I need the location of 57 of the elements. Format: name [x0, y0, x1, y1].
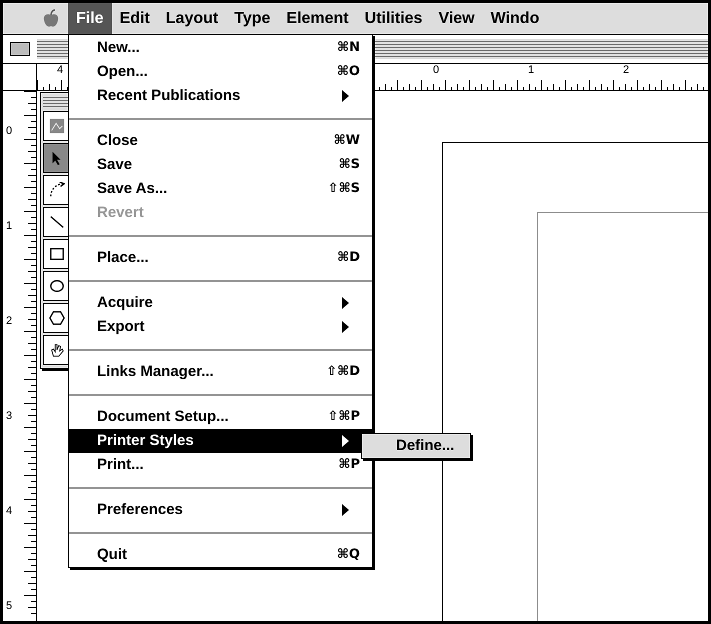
ruler-label: 2: [6, 315, 12, 328]
menu-item[interactable]: Open... ⌘O: [69, 60, 372, 84]
submenu-arrow-icon: [341, 296, 350, 310]
shortcut-label: ⌘D: [337, 249, 360, 268]
ruler-label: 2: [623, 64, 630, 77]
shortcut-label: ⌘Q: [336, 546, 360, 564]
menu-title[interactable]: File: [68, 3, 112, 34]
shortcut-label: ⇧⌘D: [326, 363, 360, 382]
ruler-label: 0: [6, 125, 12, 138]
ruler-label: 0: [433, 64, 440, 77]
submenu-arrow-icon: [341, 503, 350, 517]
menu-title[interactable]: Element: [278, 3, 357, 34]
menu-item[interactable]: Printer Styles: [69, 429, 372, 453]
shortcut-label: ⇧⌘P: [328, 408, 360, 426]
menu-item[interactable]: Save ⌘S: [69, 153, 372, 177]
shortcut-label: ⌘S: [338, 156, 360, 174]
ruler-label: 1: [6, 220, 12, 233]
menu-title[interactable]: View: [430, 3, 483, 34]
shortcut-label: ⌘N: [337, 39, 360, 58]
line-icon: [49, 214, 65, 230]
menu-item[interactable]: Save As... ⇧⌘S: [69, 177, 372, 201]
menu-item[interactable]: Document Setup... ⇧⌘P: [69, 405, 372, 429]
apple-icon[interactable]: [41, 9, 61, 29]
menu-item[interactable]: Place... ⌘D: [69, 246, 372, 270]
ellipse-icon: [49, 278, 65, 294]
submenu-item[interactable]: Define...: [362, 435, 470, 457]
menu-title[interactable]: Layout: [158, 3, 226, 34]
polygon-icon: [49, 310, 65, 326]
shortcut-label: ⌘P: [338, 456, 360, 474]
ruler-label: 3: [6, 410, 12, 423]
submenu-arrow-icon: [341, 89, 350, 103]
picture-icon: [49, 118, 65, 134]
close-box[interactable]: [10, 42, 30, 56]
submenu-arrow-icon: [341, 320, 350, 334]
menu-item[interactable]: Close ⌘W: [69, 129, 372, 153]
shortcut-label: ⇧⌘S: [328, 180, 360, 198]
ruler-label: 1: [528, 64, 534, 77]
rotate-icon: [49, 182, 65, 198]
submenu-arrow-icon: [341, 434, 350, 448]
menu-title[interactable]: Utilities: [356, 3, 430, 34]
menu-title[interactable]: Type: [226, 3, 278, 34]
menu-item[interactable]: Links Manager... ⇧⌘D: [69, 360, 372, 384]
menu-title[interactable]: Windo: [482, 3, 548, 34]
rectangle-icon: [49, 246, 65, 262]
shortcut-label: ⌘W: [334, 132, 360, 150]
menu-title[interactable]: Edit: [112, 3, 158, 34]
ruler-label: 4: [57, 64, 64, 77]
menu-item[interactable]: Export: [69, 315, 372, 339]
menu-item[interactable]: Recent Publications: [69, 84, 372, 108]
menu-item[interactable]: New... ⌘N: [69, 36, 372, 60]
hand-icon: [49, 342, 65, 358]
menu-item[interactable]: Acquire: [69, 291, 372, 315]
menu-item[interactable]: Preferences: [69, 498, 372, 522]
ruler-label: 5: [6, 600, 12, 613]
ruler-label: 4: [6, 505, 12, 518]
menu-item[interactable]: Quit ⌘Q: [69, 543, 372, 567]
shortcut-label: ⌘O: [336, 63, 360, 82]
